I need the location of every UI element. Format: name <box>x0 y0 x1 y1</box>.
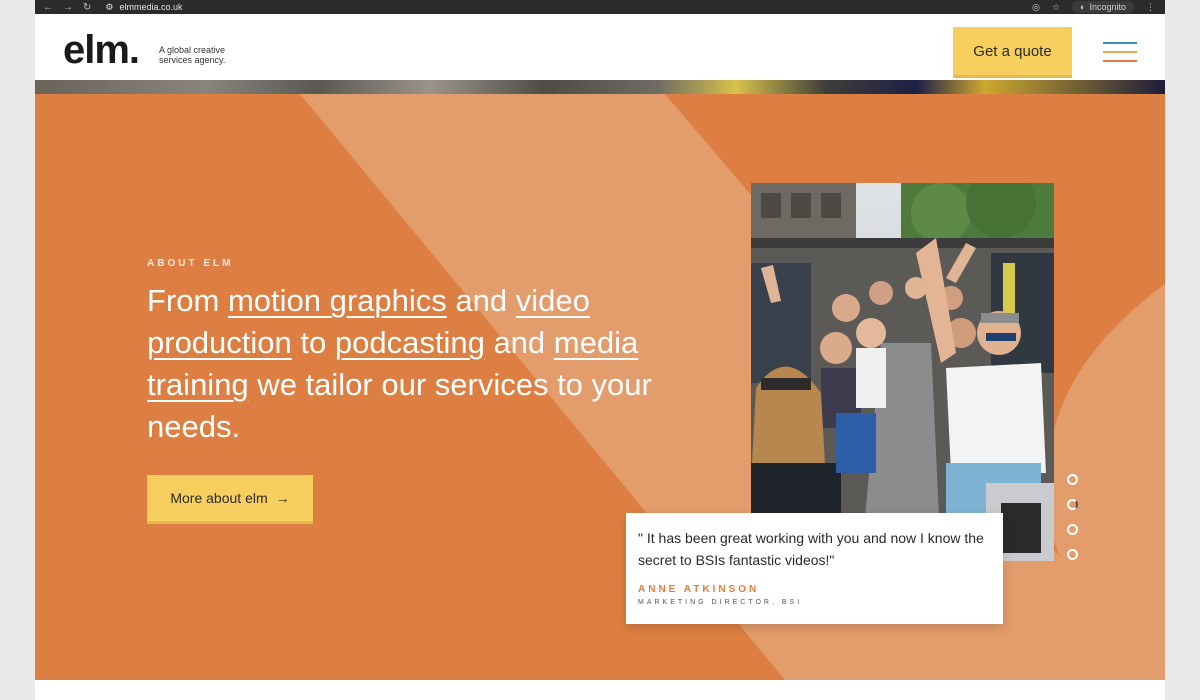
carousel-pagination <box>1067 474 1079 574</box>
forward-icon[interactable]: → <box>63 2 73 13</box>
browser-nav: ← → ↻ <box>43 2 91 13</box>
carousel-dot-4[interactable] <box>1067 549 1078 560</box>
browser-actions: ◎ ☆ ◐ Incognito ⋮ <box>1032 1 1155 13</box>
carousel-dot-1[interactable] <box>1067 474 1078 485</box>
about-hero-section: ABOUT ELM From motion graphics and video… <box>35 94 1165 680</box>
more-about-label: More about elm <box>170 490 268 506</box>
incognito-icon: ◐ <box>1080 2 1086 12</box>
next-section <box>35 680 1165 700</box>
carousel-dot-2[interactable] <box>1067 499 1078 510</box>
testimonial-photo <box>751 183 1054 561</box>
back-icon[interactable]: ← <box>43 2 53 13</box>
headline-text: and <box>484 325 554 360</box>
hamburger-menu-icon[interactable] <box>1103 42 1137 66</box>
testimonial-quote: " It has been great working with you and… <box>638 530 984 568</box>
carousel-dot-3[interactable] <box>1067 524 1078 535</box>
site-settings-icon[interactable]: ⚙ <box>105 2 113 13</box>
eye-off-icon[interactable]: ◎ <box>1032 2 1040 13</box>
site-header: elm. A global creative services agency. … <box>35 20 1165 80</box>
menu-line <box>1103 60 1137 62</box>
logo[interactable]: elm. <box>63 30 140 70</box>
more-menu-icon[interactable]: ⋮ <box>1146 2 1155 13</box>
menu-line <box>1103 42 1137 44</box>
incognito-badge[interactable]: ◐ Incognito <box>1072 1 1134 13</box>
star-icon[interactable]: ☆ <box>1052 2 1060 13</box>
headline-text: and <box>446 283 516 318</box>
testimonial-author: ANNE ATKINSON <box>638 584 760 595</box>
testimonial-role: MARKETING DIRECTOR, BSI <box>638 599 803 606</box>
testimonial-card: " It has been great working with you and… <box>626 513 1003 624</box>
browser-toolbar: ← → ↻ ⚙ elmmedia.co.uk ◎ ☆ ◐ Incognito ⋮ <box>35 0 1165 14</box>
more-about-elm-button[interactable]: More about elm → <box>147 475 313 521</box>
headline-text: to <box>291 325 335 360</box>
arrow-right-icon: → <box>275 490 290 506</box>
hero-headline: From motion graphics and video productio… <box>147 280 707 448</box>
photo-strip <box>35 80 1165 94</box>
url-text: elmmedia.co.uk <box>119 2 183 12</box>
address-bar[interactable]: ⚙ elmmedia.co.uk <box>105 2 182 13</box>
incognito-label: Incognito <box>1089 2 1126 12</box>
motion-graphics-link[interactable]: motion graphics <box>228 283 447 318</box>
podcasting-link[interactable]: podcasting <box>335 325 485 360</box>
headline-text: From <box>147 283 228 318</box>
bus-crowd-image <box>751 183 1054 561</box>
tagline: A global creative services agency. <box>159 45 226 65</box>
reload-icon[interactable]: ↻ <box>83 2 91 13</box>
get-a-quote-button[interactable]: Get a quote <box>953 27 1072 75</box>
webpage: elm. A global creative services agency. … <box>35 14 1165 700</box>
section-eyebrow: ABOUT ELM <box>147 258 234 269</box>
menu-line <box>1103 51 1137 53</box>
